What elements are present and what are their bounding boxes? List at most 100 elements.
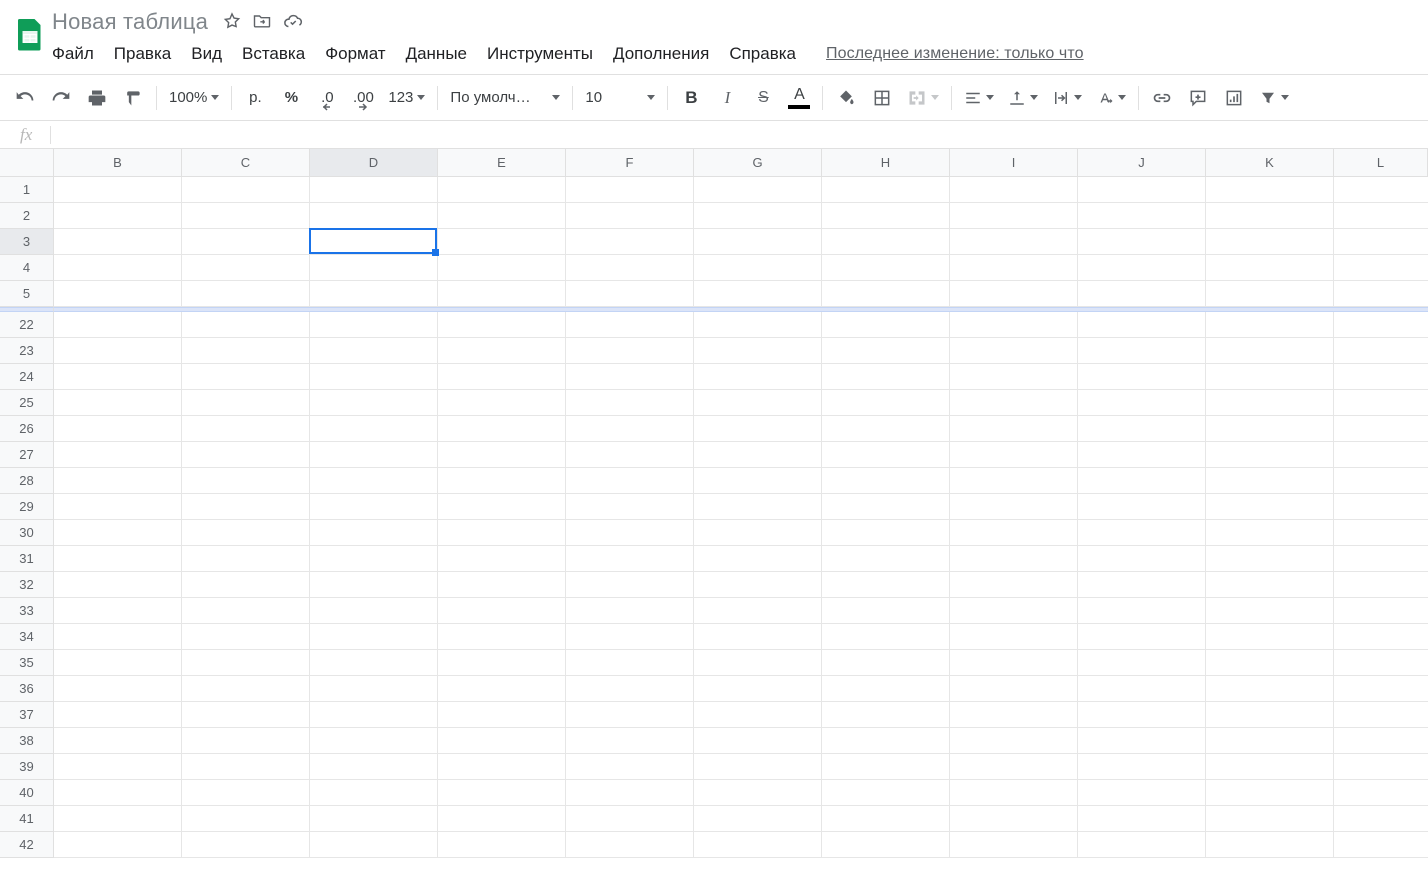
cell[interactable] bbox=[54, 598, 182, 624]
cell[interactable] bbox=[1334, 416, 1428, 442]
cell[interactable] bbox=[182, 572, 310, 598]
cell[interactable] bbox=[1078, 520, 1206, 546]
cell[interactable] bbox=[822, 676, 950, 702]
cell[interactable] bbox=[566, 468, 694, 494]
cell[interactable] bbox=[694, 338, 822, 364]
cell[interactable] bbox=[950, 390, 1078, 416]
cell[interactable] bbox=[182, 546, 310, 572]
cell[interactable] bbox=[694, 806, 822, 832]
cell[interactable] bbox=[566, 728, 694, 754]
cell[interactable] bbox=[694, 650, 822, 676]
cell[interactable] bbox=[1206, 754, 1334, 780]
cell[interactable] bbox=[438, 364, 566, 390]
cell[interactable] bbox=[182, 520, 310, 546]
cell[interactable] bbox=[310, 780, 438, 806]
cell[interactable] bbox=[1078, 806, 1206, 832]
cell[interactable] bbox=[310, 702, 438, 728]
cell[interactable] bbox=[182, 203, 310, 229]
cell[interactable] bbox=[950, 416, 1078, 442]
row-header[interactable]: 5 bbox=[0, 281, 54, 307]
cell[interactable] bbox=[950, 312, 1078, 338]
cell[interactable] bbox=[822, 312, 950, 338]
cell[interactable] bbox=[1334, 832, 1428, 858]
menu-edit[interactable]: Правка bbox=[114, 44, 171, 64]
column-header[interactable]: K bbox=[1206, 149, 1334, 176]
cell[interactable] bbox=[54, 177, 182, 203]
cell[interactable] bbox=[1206, 203, 1334, 229]
cell[interactable] bbox=[54, 780, 182, 806]
row-header[interactable]: 36 bbox=[0, 676, 54, 702]
cloud-status-icon[interactable] bbox=[282, 10, 304, 35]
cell[interactable] bbox=[1078, 728, 1206, 754]
cell[interactable] bbox=[1334, 494, 1428, 520]
cell[interactable] bbox=[438, 832, 566, 858]
document-title[interactable]: Новая таблица bbox=[52, 9, 208, 35]
cell[interactable] bbox=[54, 650, 182, 676]
cell[interactable] bbox=[1334, 546, 1428, 572]
cell[interactable] bbox=[438, 806, 566, 832]
row-header[interactable]: 25 bbox=[0, 390, 54, 416]
cell[interactable] bbox=[1078, 390, 1206, 416]
cell[interactable] bbox=[1334, 312, 1428, 338]
column-header[interactable]: I bbox=[950, 149, 1078, 176]
cell[interactable] bbox=[438, 281, 566, 307]
cell[interactable] bbox=[438, 650, 566, 676]
row-header[interactable]: 39 bbox=[0, 754, 54, 780]
row-header[interactable]: 40 bbox=[0, 780, 54, 806]
cell[interactable] bbox=[438, 312, 566, 338]
cell[interactable] bbox=[1206, 177, 1334, 203]
cell[interactable] bbox=[1334, 468, 1428, 494]
cell[interactable] bbox=[1334, 364, 1428, 390]
cell[interactable] bbox=[54, 229, 182, 255]
cell[interactable] bbox=[1078, 624, 1206, 650]
cell[interactable] bbox=[822, 728, 950, 754]
cell[interactable] bbox=[694, 177, 822, 203]
cell[interactable] bbox=[822, 598, 950, 624]
format-currency-button[interactable]: р. bbox=[244, 85, 266, 111]
cell[interactable] bbox=[182, 754, 310, 780]
column-header[interactable]: J bbox=[1078, 149, 1206, 176]
cell[interactable] bbox=[822, 624, 950, 650]
cell[interactable] bbox=[182, 281, 310, 307]
cell[interactable] bbox=[182, 624, 310, 650]
paint-format-button[interactable] bbox=[122, 85, 144, 111]
cell[interactable] bbox=[438, 520, 566, 546]
cell[interactable] bbox=[694, 494, 822, 520]
cell[interactable] bbox=[54, 442, 182, 468]
insert-chart-button[interactable] bbox=[1223, 85, 1245, 111]
cell[interactable] bbox=[822, 468, 950, 494]
cell[interactable] bbox=[566, 754, 694, 780]
menu-data[interactable]: Данные bbox=[406, 44, 467, 64]
cell[interactable] bbox=[1206, 255, 1334, 281]
app-logo[interactable] bbox=[10, 8, 50, 60]
cell[interactable] bbox=[1334, 572, 1428, 598]
cell[interactable] bbox=[566, 598, 694, 624]
cell[interactable] bbox=[182, 177, 310, 203]
cell[interactable] bbox=[310, 546, 438, 572]
cell[interactable] bbox=[566, 624, 694, 650]
cell[interactable] bbox=[438, 177, 566, 203]
cell[interactable] bbox=[182, 312, 310, 338]
cell[interactable] bbox=[1334, 177, 1428, 203]
text-wrap-button[interactable] bbox=[1052, 85, 1082, 111]
row-header[interactable]: 27 bbox=[0, 442, 54, 468]
cell[interactable] bbox=[182, 364, 310, 390]
cell[interactable] bbox=[54, 754, 182, 780]
cell[interactable] bbox=[54, 676, 182, 702]
cell[interactable] bbox=[950, 338, 1078, 364]
cell[interactable] bbox=[310, 494, 438, 520]
cell[interactable] bbox=[1206, 312, 1334, 338]
cell[interactable] bbox=[438, 468, 566, 494]
undo-button[interactable] bbox=[14, 85, 36, 111]
cell[interactable] bbox=[822, 364, 950, 390]
column-header[interactable]: E bbox=[438, 149, 566, 176]
row-header[interactable]: 42 bbox=[0, 832, 54, 858]
row-header[interactable]: 2 bbox=[0, 203, 54, 229]
cell[interactable] bbox=[950, 281, 1078, 307]
cell[interactable] bbox=[310, 650, 438, 676]
cell[interactable] bbox=[1206, 676, 1334, 702]
cell[interactable] bbox=[1078, 468, 1206, 494]
row-header[interactable]: 28 bbox=[0, 468, 54, 494]
cell[interactable] bbox=[1078, 442, 1206, 468]
italic-button[interactable]: I bbox=[716, 85, 738, 111]
